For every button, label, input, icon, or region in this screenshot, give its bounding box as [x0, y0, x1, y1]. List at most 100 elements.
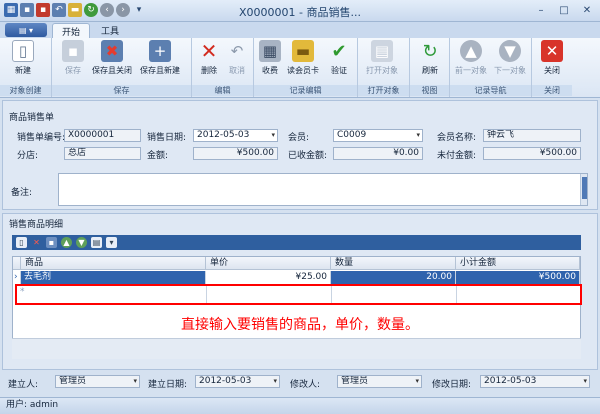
- dropdown-arrow-icon[interactable]: ▾: [583, 376, 587, 387]
- save-close-button[interactable]: ✖ 保存且关闭: [92, 40, 132, 76]
- dropdown-arrow-icon[interactable]: ▾: [133, 376, 137, 387]
- save-new-disk-icon: +: [149, 40, 171, 62]
- grid-divider: [331, 286, 332, 303]
- delete-x-icon: ✕: [200, 39, 218, 63]
- next-object-button[interactable]: ▼ 下一对象: [494, 40, 526, 76]
- arrow-up-icon: ▲: [460, 40, 482, 62]
- cell-qty[interactable]: 20.00: [331, 271, 456, 284]
- save-new-button[interactable]: + 保存且新建: [140, 40, 180, 76]
- section-title-order: 商品销售单: [9, 113, 55, 123]
- member-card-icon: ▬: [292, 40, 314, 62]
- open-object-icon: ▤: [371, 40, 393, 62]
- current-row-icon: ›: [13, 271, 21, 284]
- dropdown-arrow-icon[interactable]: ▾: [416, 130, 420, 141]
- new-row-highlight[interactable]: *: [15, 284, 582, 305]
- save-new-label: 保存且新建: [140, 66, 180, 75]
- tab-start[interactable]: 开始: [52, 23, 91, 38]
- delete-button[interactable]: ✕ 删除: [198, 39, 220, 76]
- collect-button[interactable]: ▦ 收费: [259, 40, 281, 76]
- modifier-field[interactable]: 管理员 ▾: [337, 375, 422, 388]
- creator-value: 管理员: [59, 376, 87, 386]
- store-label: 分店:: [17, 151, 39, 161]
- column-header-price[interactable]: 单价: [206, 257, 331, 270]
- move-down-icon[interactable]: ▼: [76, 237, 87, 248]
- grid-footer: [12, 338, 581, 359]
- column-header-product[interactable]: 商品: [21, 257, 206, 270]
- close-window-button[interactable]: ✕: [576, 2, 598, 18]
- export-icon[interactable]: ▾: [106, 237, 117, 248]
- new-row-icon[interactable]: ▯: [16, 237, 27, 248]
- ribbon-tab-row: ▤ ▾ 开始 工具: [0, 22, 600, 38]
- cell-product[interactable]: 去毛剂: [21, 271, 206, 284]
- group-label-open: 打开对象: [358, 85, 409, 96]
- open-object-button[interactable]: ▤ 打开对象: [366, 40, 398, 76]
- modified-value: 2012-05-03: [484, 376, 537, 386]
- minimize-button[interactable]: –: [530, 2, 552, 18]
- move-up-icon[interactable]: ▲: [61, 237, 72, 248]
- scrollbar-thumb[interactable]: [582, 177, 587, 199]
- received-field[interactable]: ¥0.00: [333, 147, 423, 160]
- prev-object-button[interactable]: ▲ 前一对象: [455, 40, 487, 76]
- cell-price[interactable]: ¥25.00: [206, 271, 331, 284]
- grid-toolbar: ▯ ✕ ▪ ▲ ▼ ▤ ▾: [12, 235, 581, 250]
- amount-label: 金额:: [147, 151, 169, 161]
- arrow-down-icon: ▼: [499, 40, 521, 62]
- print-icon[interactable]: ▤: [91, 237, 102, 248]
- save-button[interactable]: ▪ 保存: [62, 40, 84, 76]
- verify-label: 验证: [331, 66, 347, 75]
- table-row[interactable]: › 去毛剂 ¥25.00 20.00 ¥500.00: [13, 271, 580, 284]
- dropdown-arrow-icon[interactable]: ▾: [271, 130, 275, 141]
- group-create: ▯ 新建 对象创建: [0, 38, 52, 97]
- created-field[interactable]: 2012-05-03 ▾: [195, 375, 280, 388]
- refresh-button[interactable]: ↻ 刷新: [419, 40, 441, 76]
- group-label-record-edit: 记录编辑: [254, 85, 357, 96]
- modified-label: 修改日期:: [432, 380, 472, 390]
- group-nav: ▲ 前一对象 ▼ 下一对象 记录导航: [450, 38, 532, 97]
- received-label: 已收金额:: [288, 151, 328, 161]
- new-button[interactable]: ▯ 新建: [12, 40, 34, 76]
- maximize-button[interactable]: □: [553, 2, 575, 18]
- cancel-label: 取消: [229, 66, 245, 75]
- edit-row-icon[interactable]: ▪: [46, 237, 57, 248]
- column-header-qty[interactable]: 数量: [331, 257, 456, 270]
- tab-tools[interactable]: 工具: [92, 23, 128, 38]
- order-no-field[interactable]: X0000001: [64, 129, 141, 142]
- title-bar: ▦ ▪ ▪ ↶ ▬ ↻ ‹ › ▾ X0000001 - 商品销售... – □…: [0, 0, 600, 22]
- remark-scrollbar[interactable]: [580, 174, 587, 205]
- read-card-button[interactable]: ▬ 读会员卡: [287, 40, 319, 76]
- cell-subtotal[interactable]: ¥500.00: [456, 271, 580, 284]
- new-label: 新建: [15, 66, 31, 75]
- refresh-arrow-icon: ↻: [422, 40, 438, 62]
- group-label-create: 对象创建: [0, 85, 51, 96]
- application-menu-button[interactable]: ▤ ▾: [5, 23, 47, 37]
- dropdown-arrow-icon[interactable]: ▾: [415, 376, 419, 387]
- modified-field[interactable]: 2012-05-03 ▾: [480, 375, 590, 388]
- close-x-icon: ✕: [541, 40, 563, 62]
- unpaid-field[interactable]: ¥500.00: [483, 147, 581, 160]
- remark-label: 备注:: [11, 188, 33, 198]
- cash-register-icon: ▦: [259, 40, 281, 62]
- cancel-button[interactable]: ↶ 取消: [226, 40, 248, 76]
- group-label-edit: 编辑: [192, 85, 253, 96]
- new-document-icon: ▯: [12, 40, 34, 62]
- store-field[interactable]: 总店: [64, 147, 141, 160]
- verify-button[interactable]: ✔ 验证: [328, 40, 350, 76]
- member-field[interactable]: C0009 ▾: [333, 129, 423, 142]
- grid-divider: [206, 286, 207, 303]
- dropdown-arrow-icon[interactable]: ▾: [273, 376, 277, 387]
- sale-date-field[interactable]: 2012-05-03 ▾: [193, 129, 278, 142]
- new-row-star-icon: *: [20, 287, 25, 297]
- close-button[interactable]: ✕ 关闭: [541, 40, 563, 76]
- delete-row-icon[interactable]: ✕: [31, 237, 42, 248]
- remark-input[interactable]: [58, 173, 588, 206]
- read-card-label: 读会员卡: [287, 66, 319, 75]
- member-name-field[interactable]: 钟云飞: [483, 129, 581, 142]
- group-label-save: 保存: [52, 85, 191, 96]
- amount-field[interactable]: ¥500.00: [193, 147, 278, 160]
- group-edit: ✕ 删除 ↶ 取消 编辑: [192, 38, 254, 97]
- grid-divider: [456, 286, 457, 303]
- audit-footer: 建立人: 管理员 ▾ 建立日期: 2012-05-03 ▾ 修改人: 管理员 ▾ 修改…: [0, 373, 600, 393]
- column-header-subtotal[interactable]: 小计金额: [456, 257, 580, 270]
- delete-label: 删除: [201, 66, 217, 75]
- creator-field[interactable]: 管理员 ▾: [55, 375, 140, 388]
